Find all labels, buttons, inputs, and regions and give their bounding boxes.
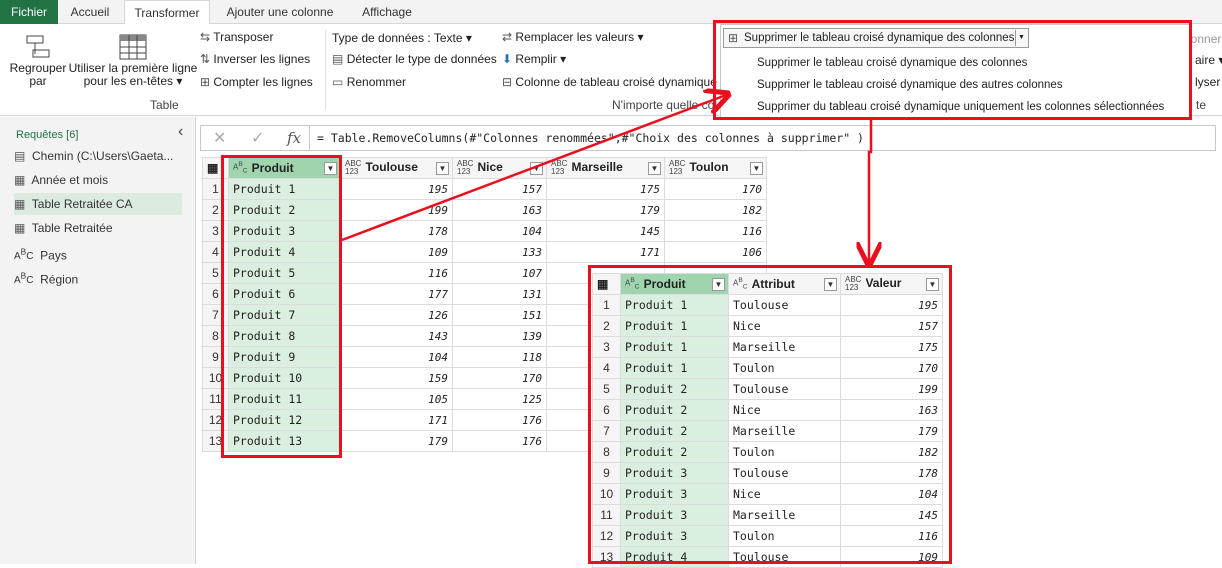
arrow-to-menu	[341, 95, 726, 242]
arrow-to-result	[869, 120, 871, 262]
annotation-arrows	[341, 0, 1222, 564]
